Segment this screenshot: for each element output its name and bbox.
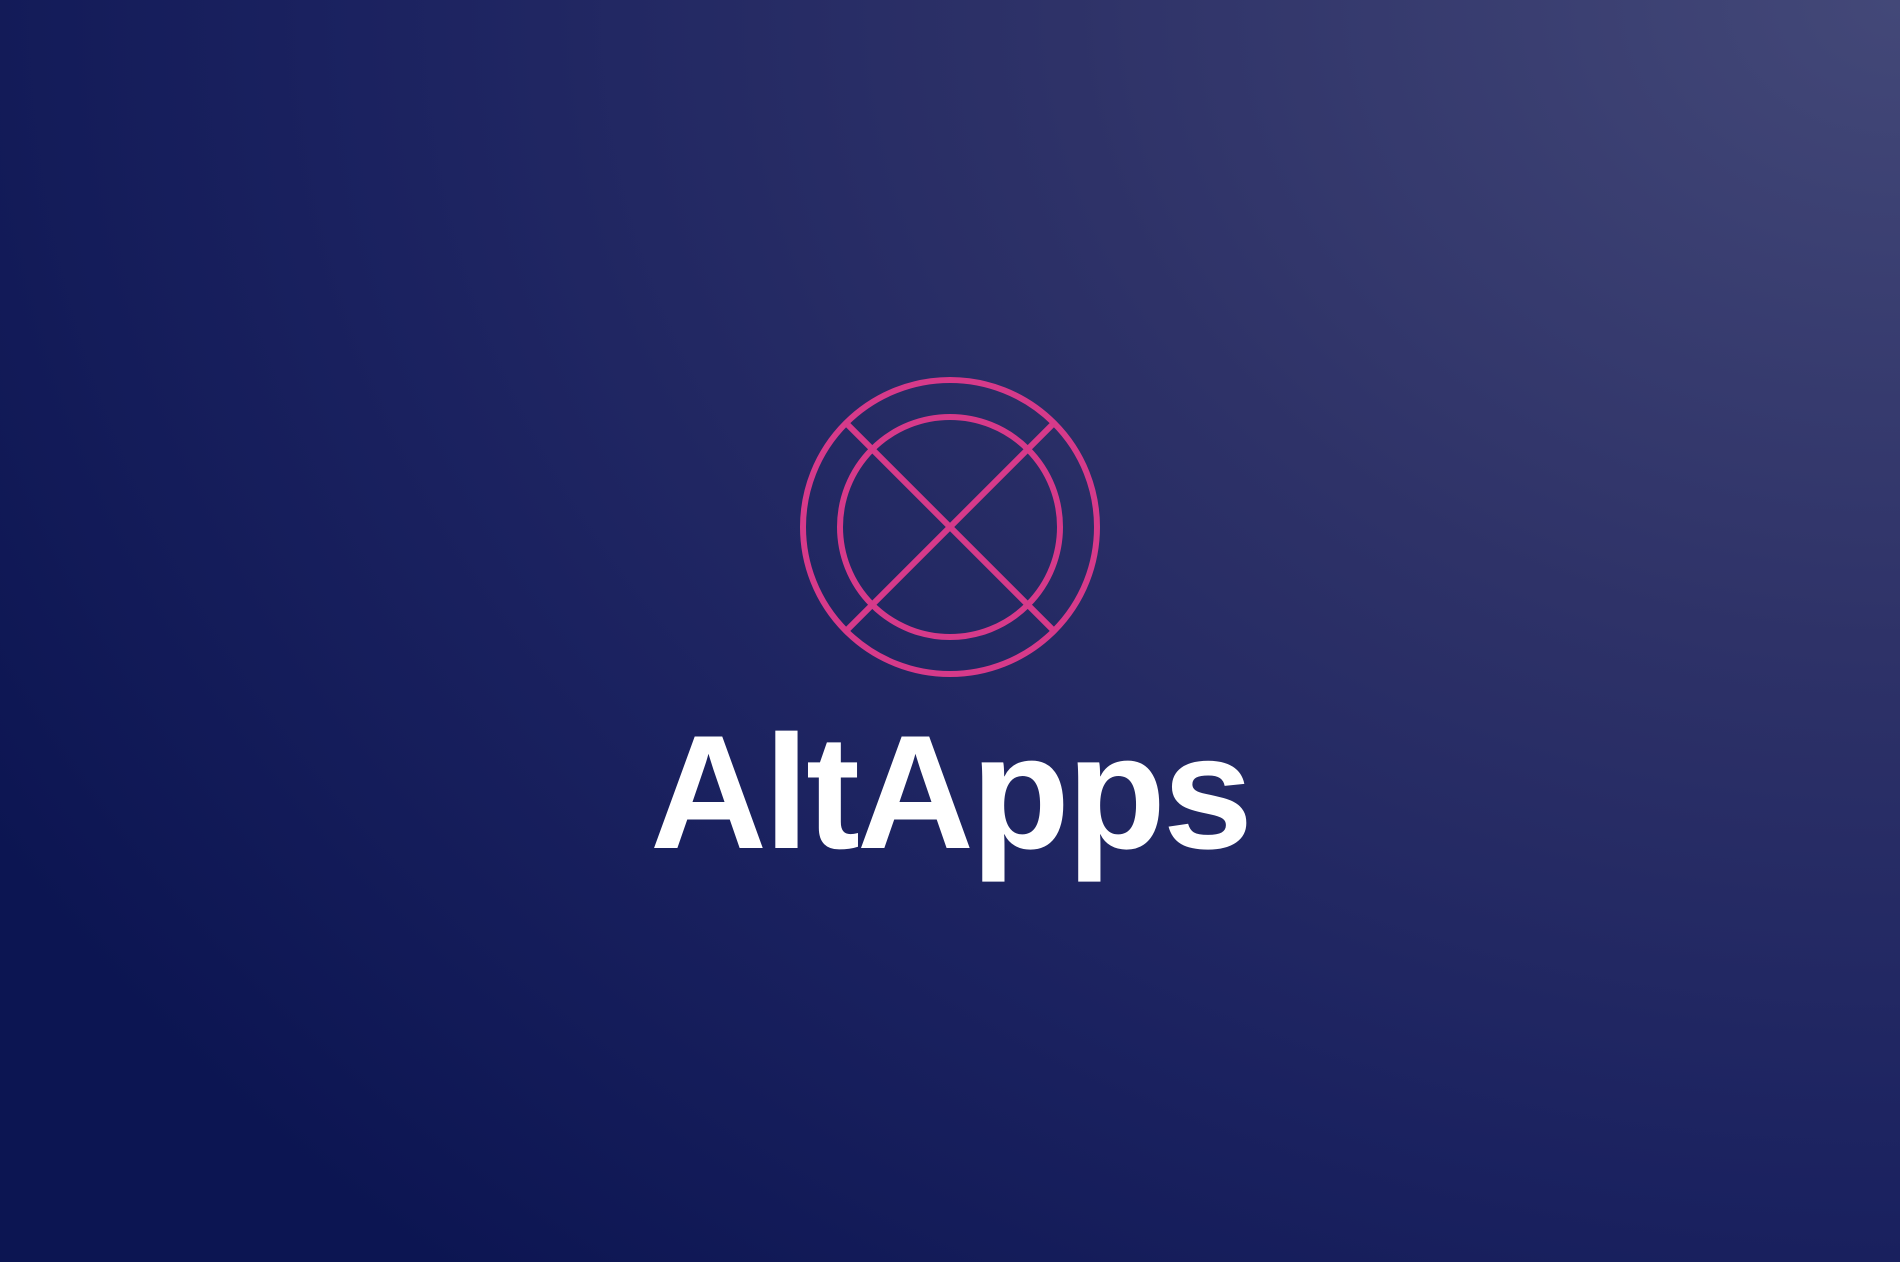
splash-screen: AltApps [0,0,1900,1262]
brand-wordmark: AltApps [650,702,1253,883]
circle-cross-logo-icon [800,377,1100,677]
